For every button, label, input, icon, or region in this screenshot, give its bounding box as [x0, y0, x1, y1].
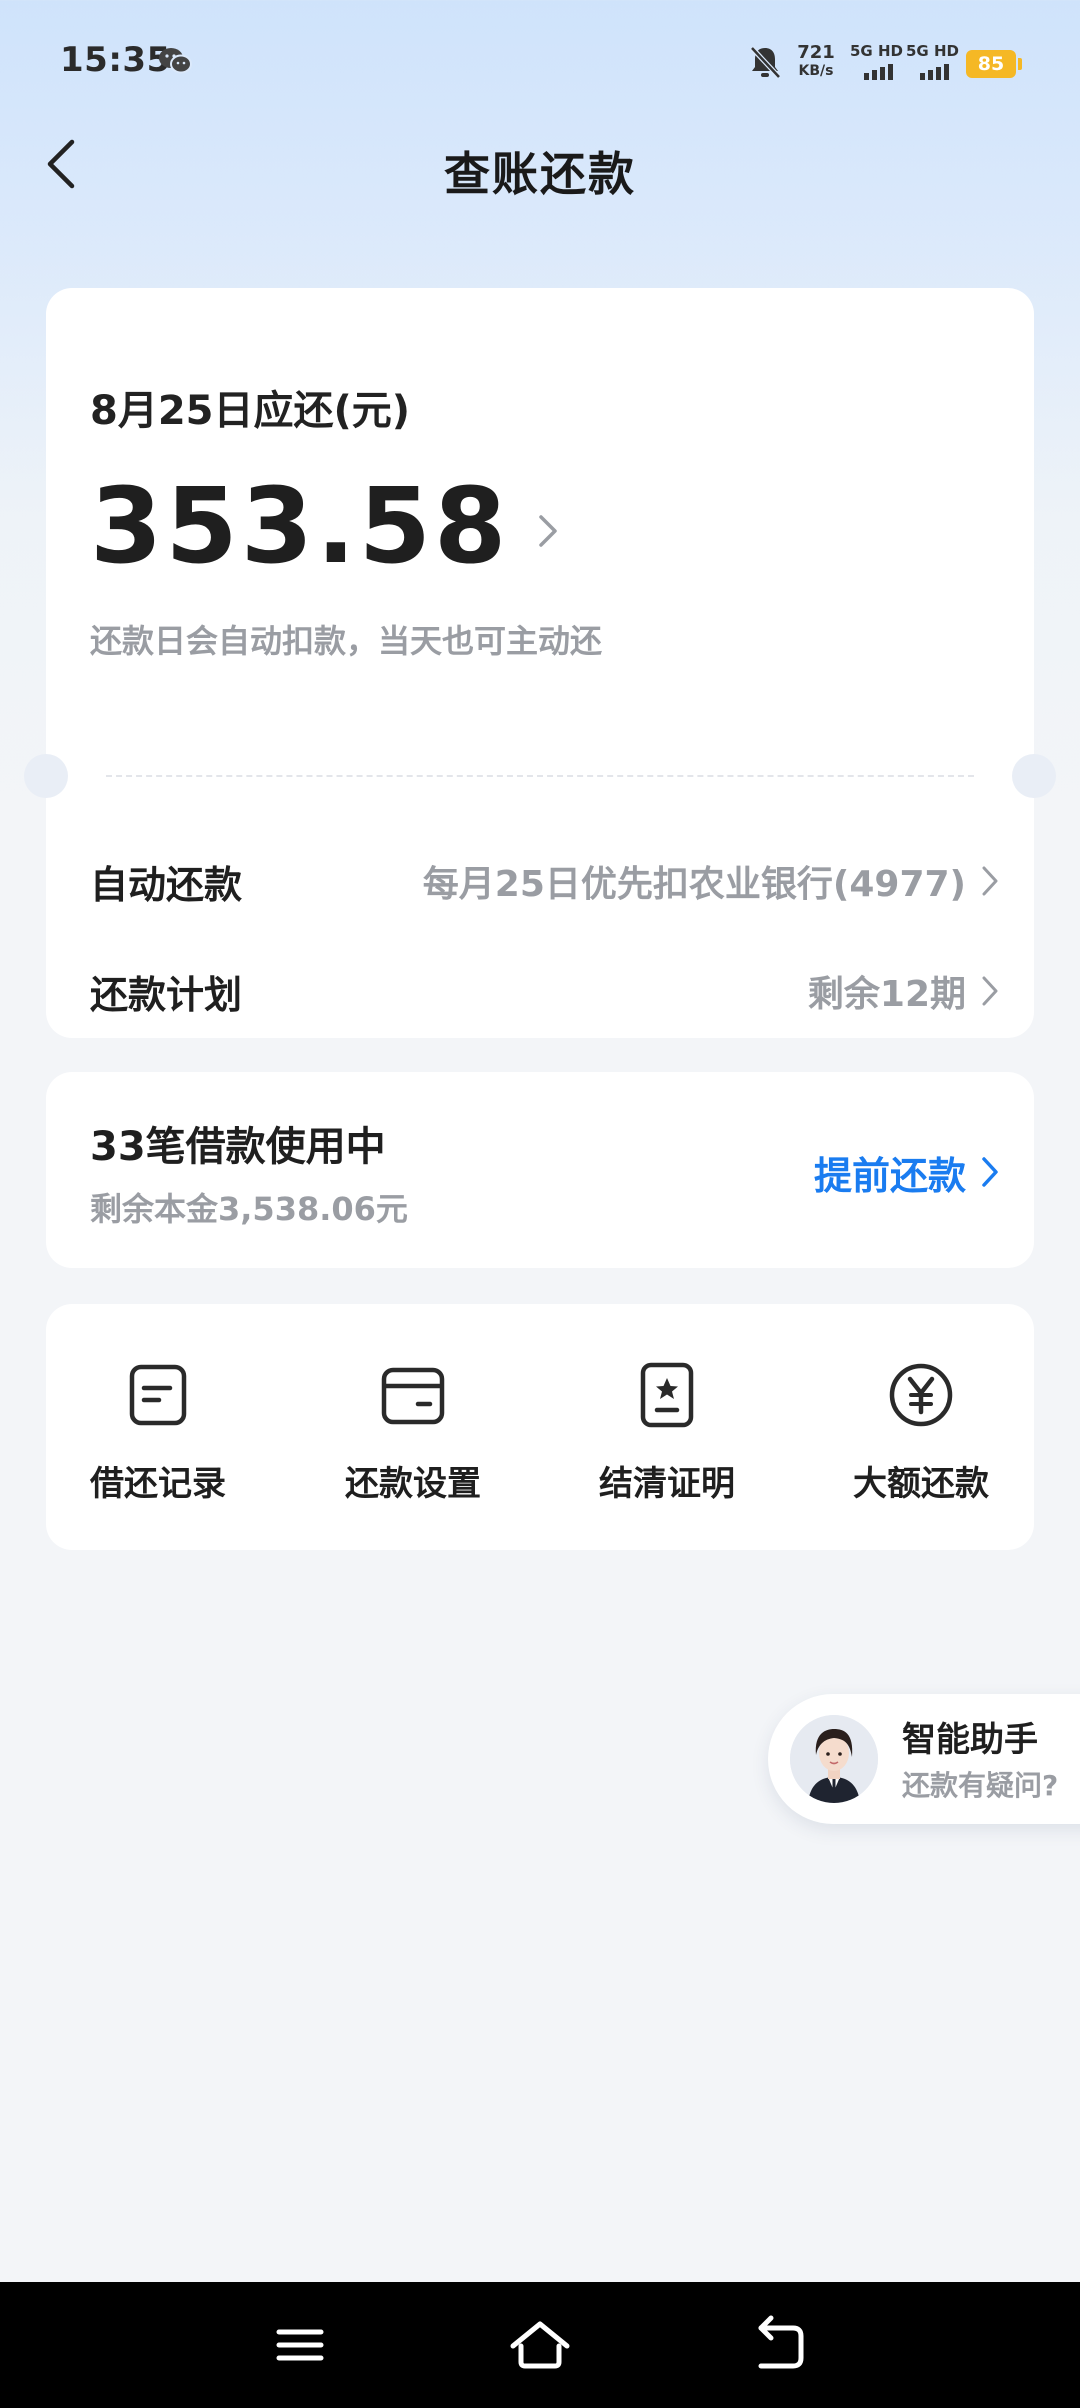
certificate-icon	[640, 1362, 694, 1428]
nav-menu-button[interactable]	[265, 2312, 335, 2378]
assistant-avatar	[790, 1715, 878, 1803]
due-date-label: 8月25日应还(元)	[90, 388, 411, 434]
tools-card: 借还记录 还款设置 结清证明 大额还款	[46, 1304, 1034, 1550]
home-icon	[510, 2321, 570, 2369]
assistant-title: 智能助手	[902, 1720, 1038, 1760]
repay-plan-row[interactable]: 还款计划 剩余12期	[90, 951, 1000, 1031]
nav-back-button[interactable]	[745, 2312, 815, 2378]
status-time: 15:35	[60, 40, 171, 80]
ticket-notch	[24, 754, 68, 798]
status-bar: 15:35 721 KB/s 5G HD 5G HD 85	[0, 0, 1080, 130]
sim2-signal: 5G HD	[906, 42, 959, 82]
loans-count: 33笔借款使用中	[90, 1124, 386, 1170]
yuan-icon	[889, 1363, 953, 1427]
remaining-principal: 剩余本金3,538.06元	[90, 1190, 408, 1228]
assistant-subtitle: 还款有疑问?	[902, 1769, 1059, 1802]
smart-assistant-button[interactable]: 智能助手 还款有疑问?	[768, 1694, 1080, 1824]
system-nav-bar	[0, 2282, 1080, 2408]
record-icon	[129, 1364, 187, 1426]
divider	[106, 775, 974, 777]
prepay-button[interactable]: 提前还款	[814, 1142, 1000, 1202]
auto-repay-label: 自动还款	[90, 862, 243, 907]
tool-loan-records[interactable]: 借还记录	[58, 1362, 258, 1522]
tool-large-repay[interactable]: 大额还款	[821, 1362, 1021, 1522]
auto-repay-value: 每月25日优先扣农业银行(4977)	[422, 864, 966, 905]
chevron-right-icon	[539, 515, 558, 547]
nav-home-button[interactable]	[505, 2312, 575, 2378]
sim1-signal: 5G HD	[850, 42, 903, 82]
loans-card: 33笔借款使用中 剩余本金3,538.06元 提前还款	[46, 1072, 1034, 1268]
due-amount-link[interactable]: 353.58	[90, 465, 561, 587]
wallet-icon	[381, 1367, 445, 1425]
battery-indicator: 85	[966, 50, 1022, 78]
ticket-notch	[1012, 754, 1056, 798]
repay-plan-label: 还款计划	[90, 972, 243, 1017]
signal-bars-icon	[920, 62, 949, 80]
prepay-label: 提前还款	[813, 1153, 966, 1198]
chevron-right-icon	[982, 1157, 998, 1187]
tool-repay-settings[interactable]: 还款设置	[313, 1362, 513, 1522]
signal-bars-icon	[864, 62, 893, 80]
mute-bell-icon	[750, 46, 781, 79]
due-amount: 353.58	[90, 465, 510, 587]
back-icon	[758, 2315, 804, 2369]
auto-repay-row[interactable]: 自动还款 每月25日优先扣农业银行(4977)	[90, 841, 1000, 921]
tool-settlement-proof[interactable]: 结清证明	[567, 1362, 767, 1522]
avatar-icon	[790, 1715, 878, 1803]
due-card: 8月25日应还(元) 353.58 还款日会自动扣款，当天也可主动还 自动还款 …	[24, 288, 1056, 1038]
auto-deduct-note: 还款日会自动扣款，当天也可主动还	[90, 622, 603, 660]
network-speed: 721 KB/s	[797, 42, 835, 80]
repay-plan-value: 剩余12期	[807, 974, 966, 1015]
wechat-icon	[159, 48, 192, 74]
tool-label: 还款设置	[345, 1464, 481, 1504]
tool-label: 借还记录	[90, 1464, 226, 1504]
menu-icon	[276, 2329, 324, 2361]
chevron-right-icon	[982, 866, 998, 896]
chevron-right-icon	[982, 976, 998, 1006]
tool-label: 结清证明	[599, 1464, 735, 1504]
tool-label: 大额还款	[853, 1464, 989, 1504]
page-title: 查账还款	[444, 147, 636, 201]
